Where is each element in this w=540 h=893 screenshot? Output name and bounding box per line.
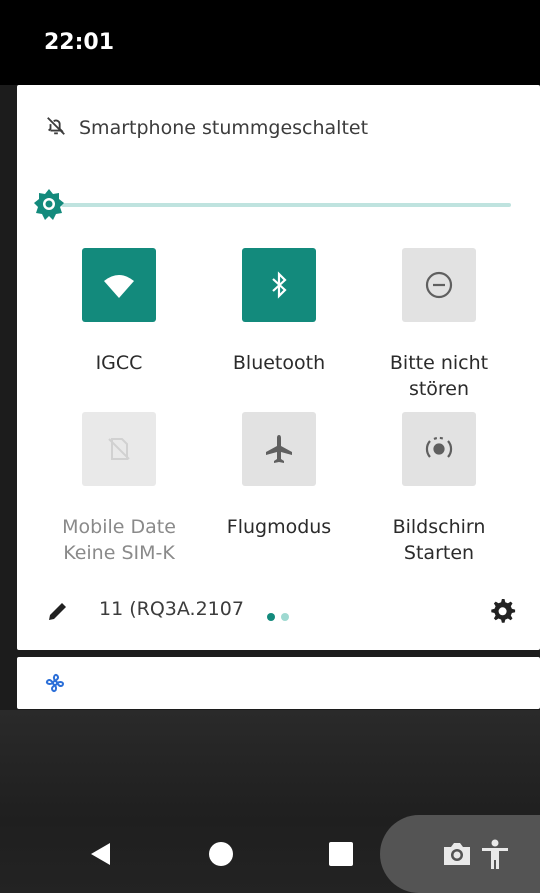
- wifi-toggle[interactable]: [82, 248, 156, 322]
- clock: 22:01: [44, 30, 115, 55]
- status-bar: 22:01: [0, 0, 540, 85]
- recents-icon[interactable]: [328, 841, 354, 871]
- back-icon[interactable]: [88, 841, 114, 871]
- quick-settings-footer: 11 (RQ3A.2107: [17, 590, 540, 630]
- tile-label: Flugmodus: [226, 516, 332, 538]
- tile-label-line2: stören: [408, 378, 470, 400]
- brightness-track[interactable]: [61, 203, 511, 207]
- dnd-toggle[interactable]: [402, 248, 476, 322]
- accessibility-icon[interactable]: [478, 837, 512, 871]
- tile-label-line2: Starten: [403, 542, 475, 564]
- build-number[interactable]: 11 (RQ3A.2107: [99, 598, 259, 620]
- brightness-icon[interactable]: [31, 187, 67, 223]
- tile-airplane-mode[interactable]: Flugmodus: [189, 412, 369, 540]
- do-not-disturb-icon: [425, 271, 453, 299]
- mobile-data-toggle[interactable]: [82, 412, 156, 486]
- bell-off-icon: [45, 115, 67, 142]
- page-indicator: [267, 606, 295, 625]
- tile-screen-record[interactable]: Bildschirn Starten: [349, 412, 529, 566]
- tile-label: IGCC: [95, 352, 143, 374]
- bluetooth-icon: [272, 271, 287, 299]
- tile-label: Mobile Date: [62, 516, 176, 538]
- tile-wifi[interactable]: IGCC: [29, 248, 209, 376]
- wifi-icon: [104, 275, 134, 298]
- fan-icon: [45, 673, 65, 693]
- brightness-slider[interactable]: [31, 187, 511, 223]
- no-sim-icon: [108, 438, 130, 460]
- home-icon[interactable]: [208, 841, 234, 871]
- page-dot-active: [267, 613, 275, 621]
- tile-label: Bildschirn: [392, 516, 486, 538]
- tile-bluetooth[interactable]: Bluetooth: [189, 248, 369, 376]
- screen-record-toggle[interactable]: [402, 412, 476, 486]
- tile-label: Bluetooth: [232, 352, 326, 374]
- camera-icon[interactable]: [440, 837, 474, 871]
- silent-mode-text: Smartphone stummgeschaltet: [79, 117, 369, 139]
- bluetooth-toggle[interactable]: [242, 248, 316, 322]
- notification-row[interactable]: [17, 657, 540, 709]
- tile-label-line2: Keine SIM-K: [63, 542, 175, 564]
- floating-shortcut-pill[interactable]: [380, 815, 540, 893]
- tile-label: Bitte nicht: [389, 352, 489, 374]
- pencil-icon[interactable]: [45, 598, 71, 624]
- tile-do-not-disturb[interactable]: Bitte nicht stören: [349, 248, 529, 402]
- tile-mobile-data[interactable]: Mobile Date Keine SIM-K: [29, 412, 209, 566]
- silent-mode-row[interactable]: Smartphone stummgeschaltet: [45, 113, 368, 143]
- airplane-icon: [266, 435, 292, 463]
- screen-record-icon: [425, 436, 453, 458]
- quick-settings-panel: Smartphone stummgeschaltet IGCC Bluetoot…: [17, 85, 540, 650]
- page-dot: [281, 613, 289, 621]
- gear-icon[interactable]: [487, 596, 517, 626]
- airplane-toggle[interactable]: [242, 412, 316, 486]
